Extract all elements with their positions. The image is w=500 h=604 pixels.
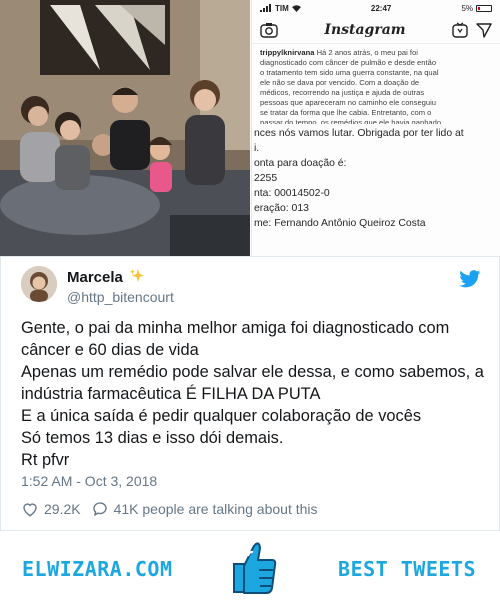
donation-line: nta: 00014502-0 — [254, 188, 330, 199]
caption-line: Há 2 anos atrás, o meu pai foi — [316, 48, 418, 57]
caption-line: médicos, recorrendo na justiça e ajuda d… — [260, 88, 425, 97]
avatar[interactable] — [21, 266, 57, 302]
heart-icon — [23, 503, 37, 517]
tweet-timestamp[interactable]: 1:52 AM - Oct 3, 2018 — [21, 473, 157, 489]
camera-icon[interactable] — [260, 22, 278, 38]
like-button[interactable]: 29.2K — [21, 500, 81, 518]
phone-status-bar: TIM 22:47 5% — [252, 0, 500, 16]
battery-icon — [476, 4, 492, 12]
tweet-line: Apenas um remédio pode salvar ele dessa,… — [21, 363, 484, 381]
caption-line: se tratar da forma que lhe cabia. Entret… — [260, 108, 432, 117]
battery-level: 5% — [461, 3, 473, 13]
donation-line: onta para doação é: — [254, 158, 347, 169]
caption-line: ele não se dava por vencido. Com a doaçã… — [260, 78, 420, 87]
like-count: 29.2K — [44, 501, 81, 517]
site-name[interactable]: ELWIZARA.COM — [22, 557, 173, 581]
donation-line: eração: 013 — [254, 203, 309, 214]
tweet-author: Marcela @http_bitencourt — [21, 266, 481, 306]
talking-count: 41K people are talking about this — [113, 501, 318, 517]
tweet-line: Gente, o pai da minha melhor amiga foi d… — [21, 319, 450, 337]
twitter-bird-icon[interactable] — [459, 270, 481, 288]
caption-line: pessoas que apareceram no caminho ele co… — [260, 98, 437, 107]
best-tweets-label: BEST TWEETS — [338, 557, 476, 581]
instagram-header: Instagram — [252, 16, 500, 44]
instagram-screenshot[interactable]: TIM 22:47 5% Instagram trippylknirvana H… — [251, 0, 500, 256]
tweet-line: Só temos 13 dias e isso dói demais. — [21, 429, 284, 447]
footer-banner: ELWIZARA.COM BEST TWEETS — [0, 531, 500, 604]
donation-line: nces nós vamos lutar. Obrigada por ter l… — [254, 128, 464, 139]
instagram-logo: Instagram — [324, 21, 406, 38]
family-photo-image — [0, 0, 250, 256]
tweet-media[interactable]: TIM 22:47 5% Instagram trippylknirvana H… — [0, 0, 500, 256]
sparkles-icon — [130, 269, 145, 282]
tweet-text: Gente, o pai da minha melhor amiga foi d… — [21, 317, 484, 471]
donation-line: me: Fernando Antônio Queiroz Costa — [254, 218, 426, 229]
tweet-line: indústria farmacêutica É FILHA DA PUTA — [21, 385, 321, 403]
user-handle[interactable]: @http_bitencourt — [67, 289, 174, 305]
phone-clock: 22:47 — [370, 3, 392, 13]
caption-username: trippylknirvana — [260, 48, 315, 57]
donation-line: 2255 — [254, 173, 278, 184]
tweet-line: câncer e 60 dias de vida — [21, 341, 199, 359]
igtv-icon[interactable] — [452, 22, 468, 38]
caption-line: o tratamento tem sido uma guerra constan… — [260, 68, 439, 77]
avatar-image — [21, 266, 57, 302]
family-photo[interactable] — [0, 0, 250, 256]
conversation-link[interactable]: 41K people are talking about this — [91, 500, 318, 518]
caption-line: diagnosticado com câncer de pulmão e des… — [260, 58, 437, 67]
donation-info: nces nós vamos lutar. Obrigada por ter l… — [252, 124, 500, 231]
display-name[interactable]: Marcela — [67, 269, 123, 286]
signal-icon — [260, 4, 271, 12]
thumbs-up-icon — [233, 542, 277, 594]
donation-line: i. — [254, 143, 260, 154]
tweet-line: E a única saída é pedir qualquer colabor… — [21, 407, 422, 425]
carrier-name: TIM — [275, 3, 289, 13]
tweet-actions: 29.2K 41K people are talking about this — [21, 500, 328, 518]
tweet-card: Marcela @http_bitencourt Gente, o pai da… — [0, 256, 500, 531]
direct-message-icon[interactable] — [476, 22, 492, 38]
comment-bubble-icon — [92, 502, 107, 516]
instagram-caption: trippylknirvana Há 2 anos atrás, o meu p… — [252, 44, 500, 124]
wifi-icon — [291, 4, 301, 12]
tweet-line: Rt pfvr — [21, 451, 70, 469]
